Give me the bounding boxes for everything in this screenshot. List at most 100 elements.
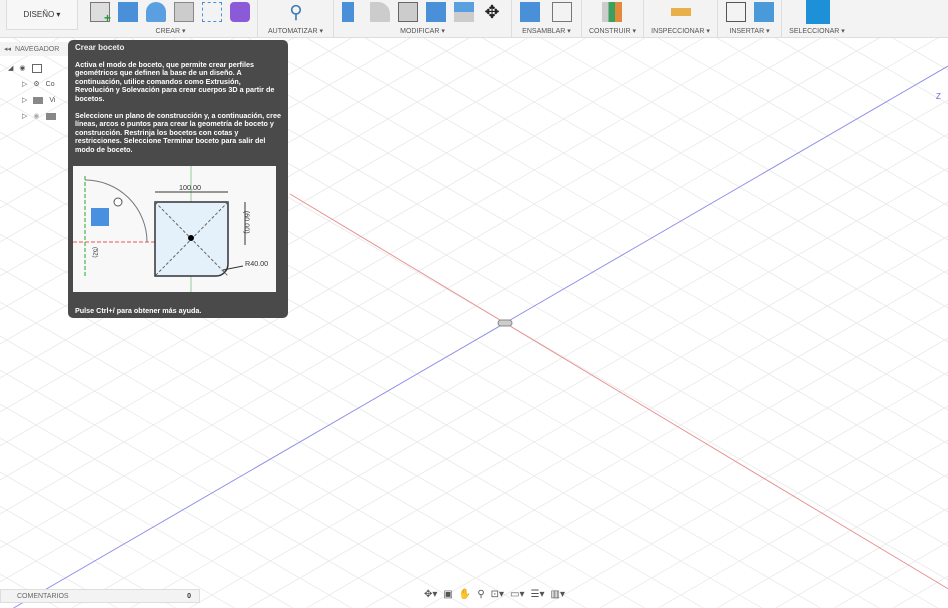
select-group: SELECCIONAR ▾ bbox=[782, 0, 852, 38]
grid-settings-icon[interactable]: ☰▾ bbox=[531, 589, 545, 601]
grid-line bbox=[0, 471, 235, 608]
grid-line bbox=[0, 369, 411, 608]
tooltip-illustration: 100.00 (60.00) R40.00 (52) bbox=[73, 166, 276, 292]
insert-derive-icon[interactable] bbox=[726, 2, 746, 22]
press-pull-icon[interactable] bbox=[342, 2, 354, 22]
revolve-icon[interactable] bbox=[146, 2, 166, 22]
grid-line bbox=[599, 405, 948, 608]
grid-line bbox=[658, 439, 948, 608]
inspect-menu[interactable]: INSPECCIONAR ▾ bbox=[644, 27, 717, 35]
tooltip-footer: Pulse Ctrl+/ para obtener más ayuda. bbox=[75, 306, 202, 316]
assemble-menu[interactable]: ENSAMBLAR ▾ bbox=[512, 27, 581, 35]
grid-line bbox=[834, 541, 948, 608]
split-icon[interactable] bbox=[454, 2, 474, 22]
shell-icon[interactable] bbox=[398, 2, 418, 22]
pan-icon[interactable]: ✋ bbox=[459, 589, 471, 601]
fillet-icon[interactable] bbox=[370, 2, 390, 22]
insert-image-icon[interactable] bbox=[754, 2, 774, 22]
grid-line bbox=[475, 0, 948, 275]
navigator-label: NAVEGADOR bbox=[15, 45, 60, 53]
comments-panel[interactable]: COMENTARIOS 0 bbox=[0, 589, 200, 603]
pattern-icon[interactable] bbox=[202, 2, 222, 22]
tooltip-instructions: Seleccione un plano de construcción y, a… bbox=[75, 110, 281, 154]
dimension-radius: R40.00 bbox=[245, 259, 269, 268]
orbit-icon[interactable]: ✥▾ bbox=[424, 589, 437, 601]
move-icon[interactable]: ✥ bbox=[482, 2, 502, 22]
grid-line bbox=[0, 335, 469, 608]
dimension-height: (60.00) bbox=[242, 210, 252, 234]
dimension-width: 100.00 bbox=[179, 183, 201, 192]
grid-line bbox=[365, 269, 948, 608]
grid-line bbox=[241, 0, 948, 411]
automate-icon[interactable]: ⚲ bbox=[286, 2, 306, 22]
browser-tree: ◢ ◉ ▷ ⚙ Co ▷ Vi ▷ ◉ bbox=[8, 60, 56, 124]
collapse-triangle-icon[interactable]: ◢ bbox=[8, 64, 13, 72]
document-icon bbox=[31, 63, 42, 73]
navigation-bar: ✥▾ ▣ ✋ ⚲ ⊡▾ ▭▾ ☰▾ ▥▾ bbox=[424, 589, 565, 601]
tooltip-title: Crear boceto bbox=[75, 43, 125, 52]
create-group: + CREAR ▾ bbox=[84, 0, 258, 38]
tree-item[interactable]: ▷ ⚙ Co bbox=[8, 76, 56, 92]
automate-group: ⚲ AUTOMATIZAR ▾ bbox=[258, 0, 334, 38]
grid-line bbox=[358, 0, 948, 343]
design-workspace-button[interactable]: DISEÑO ▾ bbox=[6, 0, 78, 30]
tree-item[interactable]: ▷ Vi bbox=[8, 92, 56, 108]
grid-line bbox=[423, 303, 948, 608]
tree-root[interactable]: ◢ ◉ bbox=[8, 60, 56, 76]
grid-line bbox=[299, 0, 948, 377]
hole-icon[interactable] bbox=[174, 2, 194, 22]
display-settings-icon[interactable]: ▭▾ bbox=[510, 589, 524, 601]
folder-icon bbox=[45, 112, 56, 120]
modify-menu[interactable]: MODIFICAR ▾ bbox=[334, 27, 511, 35]
tooltip-description: Activa el modo de boceto, que permite cr… bbox=[75, 59, 275, 103]
expand-icon[interactable]: ▷ bbox=[22, 112, 27, 120]
grid-line bbox=[775, 507, 948, 608]
dimension-left: (52) bbox=[91, 246, 98, 258]
fit-icon[interactable]: ⊡▾ bbox=[491, 589, 504, 601]
create-menu[interactable]: CREAR ▾ bbox=[84, 27, 257, 35]
origin-marker[interactable] bbox=[497, 319, 513, 327]
select-menu[interactable]: SELECCIONAR ▾ bbox=[782, 27, 852, 35]
insert-menu[interactable]: INSERTAR ▾ bbox=[718, 27, 781, 35]
navigator-header[interactable]: ◂◂ NAVEGADOR bbox=[0, 42, 68, 56]
tooltip: Crear boceto Activa el modo de boceto, q… bbox=[68, 40, 288, 318]
plane-icon[interactable] bbox=[602, 2, 622, 22]
eye-hidden-icon[interactable]: ◉ bbox=[33, 112, 39, 120]
grid-line bbox=[0, 403, 352, 608]
extrude-icon[interactable] bbox=[118, 2, 138, 22]
expand-icon[interactable]: ▷ bbox=[22, 80, 27, 88]
measure-icon[interactable] bbox=[671, 8, 691, 16]
grid-line bbox=[892, 575, 948, 608]
inspect-group: INSPECCIONAR ▾ bbox=[644, 0, 718, 38]
create-sketch-icon[interactable]: + bbox=[90, 2, 111, 24]
tree-item[interactable]: ▷ ◉ bbox=[8, 108, 56, 124]
gear-icon: ⚙ bbox=[33, 81, 40, 88]
toolbar: DISEÑO ▾ + CREAR ▾ ⚲ AUTOMATIZAR ▾ ✥ MOD… bbox=[0, 0, 948, 38]
eye-icon[interactable]: ◉ bbox=[19, 64, 25, 72]
grid-line bbox=[416, 0, 948, 309]
tree-item-label: Co bbox=[45, 80, 55, 88]
insert-group: INSERTAR ▾ bbox=[718, 0, 782, 38]
grid-line bbox=[189, 167, 948, 608]
assemble-group: ENSAMBLAR ▾ bbox=[512, 0, 582, 38]
construct-group: CONSTRUIR ▾ bbox=[582, 0, 644, 38]
automate-menu[interactable]: AUTOMATIZAR ▾ bbox=[258, 27, 333, 35]
expand-icon[interactable]: ▷ bbox=[22, 96, 27, 104]
look-at-icon[interactable]: ▣ bbox=[443, 589, 452, 601]
form-icon[interactable] bbox=[230, 2, 250, 22]
collapse-icon[interactable]: ◂◂ bbox=[4, 45, 11, 53]
zoom-icon[interactable]: ⚲ bbox=[477, 589, 484, 601]
comments-label: COMENTARIOS bbox=[17, 592, 69, 600]
select-icon[interactable] bbox=[806, 0, 830, 24]
combine-icon[interactable] bbox=[426, 2, 446, 22]
z-axis-label: Z bbox=[936, 92, 941, 101]
folder-icon bbox=[33, 96, 44, 104]
construct-menu[interactable]: CONSTRUIR ▾ bbox=[582, 27, 643, 35]
viewports-icon[interactable]: ▥▾ bbox=[551, 589, 565, 601]
grid-line bbox=[716, 473, 948, 608]
grid-line bbox=[482, 337, 948, 608]
modify-group: ✥ MODIFICAR ▾ bbox=[334, 0, 512, 38]
new-component-icon[interactable] bbox=[520, 2, 540, 22]
joint-icon[interactable] bbox=[552, 2, 572, 22]
grid-line bbox=[182, 0, 948, 445]
